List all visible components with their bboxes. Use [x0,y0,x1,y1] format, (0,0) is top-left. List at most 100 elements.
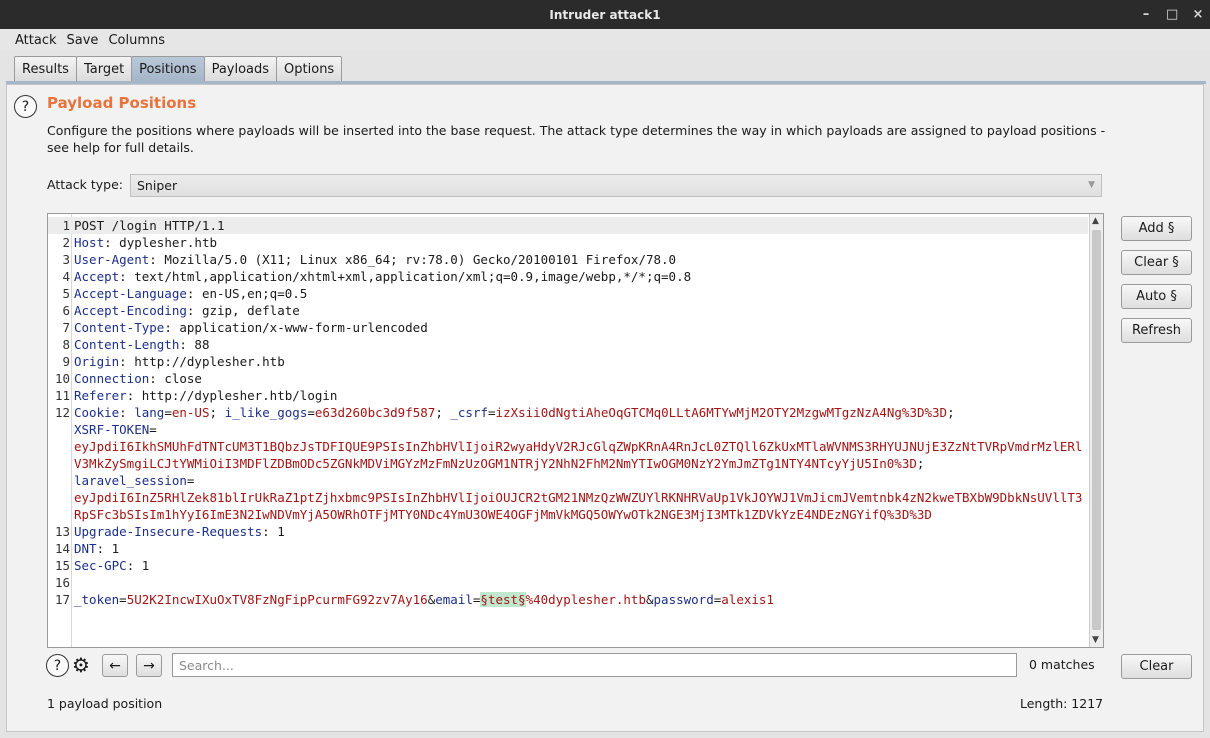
line-number: 15 [54,558,70,573]
clear-search-button[interactable]: Clear [1121,654,1192,679]
request-line: 6 Accept-Encoding: gzip, deflate [48,302,1088,319]
separator: : [119,405,135,420]
maximize-icon[interactable]: □ [1166,8,1178,21]
previous-match-button[interactable]: ← [102,654,128,677]
separator: : [164,320,180,335]
request-length: Length: 1217 [1020,696,1104,711]
minimize-icon[interactable]: – [1140,8,1152,21]
close-icon[interactable]: × [1192,8,1204,21]
request-line: 5 Accept-Language: en-US,en;q=0.5 [48,285,1088,302]
tab-payloads[interactable]: Payloads [203,56,278,81]
search-help-icon[interactable]: ? [46,654,69,677]
header-name: Origin [74,354,120,369]
line-number: 11 [54,388,70,403]
attack-type-select[interactable]: Sniper ▼ [130,174,1102,197]
request-line-text: POST /login HTTP/1.1 [74,218,225,233]
line-number: 17 [54,592,70,607]
add-marker-button[interactable]: Add § [1121,216,1192,241]
title-bar: Intruder attack1 – □ × [0,0,1210,29]
scroll-up-icon[interactable]: ▲ [1092,216,1099,226]
line-number: 14 [54,541,70,556]
tab-positions[interactable]: Positions [131,56,205,81]
separator: : [149,371,165,386]
menu-columns[interactable]: Columns [103,33,170,48]
tab-results[interactable]: Results [14,56,77,81]
attack-type-value: Sniper [137,178,178,193]
line-content: Connection: close [70,370,1088,387]
request-line: 11 Referer: http://dyplesher.htb/login [48,387,1088,404]
separator: : [186,303,202,318]
cookie-value: izXsii0dNgtiAheOqGTCMq0LLtA6MTYwMjM2OTY2… [495,405,948,420]
header-name: Accept-Encoding [74,303,187,318]
header-name: User-Agent [74,252,150,267]
gear-icon[interactable]: ⚙ [72,653,90,677]
header-value: 1 [277,524,285,539]
line-number: 9 [62,354,70,369]
line-number: 6 [62,303,70,318]
cookie-name: laravel_session [74,473,187,488]
payload-marker: §test§ [480,592,526,607]
separator: : [186,286,202,301]
request-line: 3 User-Agent: Mozilla/5.0 (X11; Linux x86… [48,251,1088,268]
separator: ; [916,456,932,471]
header-name: Upgrade-Insecure-Requests [74,524,263,539]
separator: = [488,405,496,420]
separator: : [262,524,278,539]
separator: : [179,337,195,352]
cookie-value: en-US [171,405,210,420]
request-editor[interactable]: 1 POST /login HTTP/1.1 2 Host: dyplesher.ht… [47,213,1104,648]
request-line: 10 Connection: close [48,370,1088,387]
search-input[interactable] [172,653,1017,677]
match-count: 0 matches [1029,657,1095,672]
help-icon[interactable]: ? [14,95,37,118]
scroll-thumb[interactable] [1092,230,1101,630]
separator: : [119,269,135,284]
tab-target[interactable]: Target [75,56,133,81]
request-line: 1 POST /login HTTP/1.1 [48,217,1088,234]
separator: : [126,388,142,403]
line-content: Content-Type: application/x-www-form-url… [70,319,1088,336]
header-name: Sec-GPC [74,558,127,573]
window-title: Intruder attack1 [549,7,661,22]
chevron-down-icon: ▼ [1088,180,1095,190]
arrow-right-icon: → [143,657,155,674]
tab-options[interactable]: Options [276,56,343,81]
separator: : [104,235,120,250]
header-value: 88 [194,337,210,352]
line-number: 10 [54,371,70,386]
scroll-down-icon[interactable]: ▼ [1092,635,1099,645]
line-content: Sec-GPC: 1 [70,557,1088,574]
editor-scrollbar[interactable]: ▲ ▼ [1089,214,1103,647]
line-number: 2 [62,235,70,250]
cookie-name: i_like_gogs [224,405,308,420]
line-number: 3 [62,252,70,267]
line-content: User-Agent: Mozilla/5.0 (X11; Linux x86_… [70,251,1088,268]
param-value: alexis1 [721,592,774,607]
menu-save[interactable]: Save [62,33,104,48]
auto-markers-button[interactable]: Auto § [1121,284,1192,309]
next-match-button[interactable]: → [136,654,162,677]
menu-bar: Attack Save Columns [0,29,1210,51]
line-number: 8 [62,337,70,352]
header-value: http://dyplesher.htb [134,354,285,369]
clear-markers-button[interactable]: Clear § [1121,250,1192,275]
menu-attack[interactable]: Attack [10,33,62,48]
header-value: application/x-www-form-urlencoded [179,320,428,335]
header-value: text/html,application/xhtml+xml,applicat… [134,269,692,284]
line-number: 16 [54,575,70,590]
header-value: close [164,371,202,386]
request-line: 12 Cookie: lang=en-US; i_like_gogs=e63d26… [48,404,1088,523]
separator: : [149,252,165,267]
separator: = [164,405,172,420]
line-content: Host: dyplesher.htb [70,234,1088,251]
separator: : [126,558,142,573]
header-name: Accept [74,269,120,284]
header-value: en-US,en;q=0.5 [201,286,308,301]
separator: = [307,405,315,420]
request-line: 15 Sec-GPC: 1 [48,557,1088,574]
request-line: 17 _token=5U2K2IncwIXuOxTV8FzNgFipPcurmFG… [48,591,1088,608]
separator: : [96,541,112,556]
refresh-button[interactable]: Refresh [1121,318,1192,343]
window-controls: – □ × [1140,0,1204,29]
header-value: dyplesher.htb [119,235,218,250]
